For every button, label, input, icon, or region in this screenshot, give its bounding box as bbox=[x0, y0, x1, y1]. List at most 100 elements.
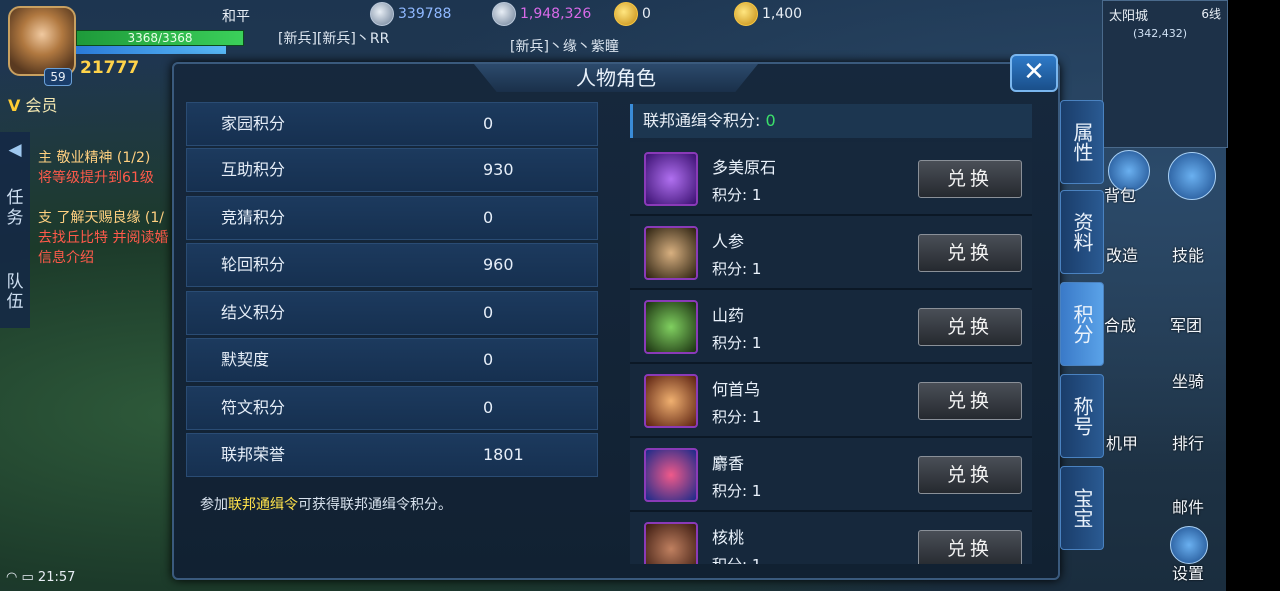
character-dialog: 人物角色 ✕ 家园积分 0 互助积分 930 竞猜积分 0 轮回积分 960 结… bbox=[172, 54, 1060, 580]
menu-ranking[interactable]: 排行 bbox=[1172, 430, 1204, 454]
union-score-value: 0 bbox=[765, 111, 776, 130]
tab-pets[interactable]: 宝宝 bbox=[1060, 466, 1104, 550]
menu-bag[interactable]: 背包 bbox=[1104, 182, 1136, 206]
currency-3: 0 bbox=[614, 2, 651, 26]
vip-button[interactable]: V 会员 bbox=[8, 92, 58, 116]
quest-desc: 将等级提升到61级 bbox=[38, 170, 154, 186]
score-value: 0 bbox=[483, 350, 494, 369]
menu-mail[interactable]: 邮件 bbox=[1172, 494, 1204, 518]
score-label: 结义积分 bbox=[221, 303, 286, 322]
menu-settings[interactable]: 设置 bbox=[1172, 560, 1204, 584]
score-value: 1801 bbox=[483, 445, 524, 464]
union-score-header: 联邦通缉令积分: 0 bbox=[630, 104, 1032, 138]
vip-label: 会员 bbox=[25, 96, 58, 115]
score-row: 符文积分 0 bbox=[186, 386, 598, 430]
hp-bar: 3368/3368 bbox=[76, 30, 244, 46]
note-highlight: 联邦通缉令 bbox=[228, 497, 298, 513]
compass-icon[interactable] bbox=[1168, 152, 1216, 200]
menu-skills[interactable]: 技能 bbox=[1172, 242, 1204, 266]
status-bar: ◠ ▭ 21:57 bbox=[6, 570, 75, 585]
exchange-item: 何首乌 积分: 1 兑换 bbox=[630, 364, 1032, 438]
score-label: 互助积分 bbox=[221, 160, 286, 179]
score-value: 960 bbox=[483, 255, 514, 274]
minimap[interactable]: 太阳城 6线 (342,432) bbox=[1102, 0, 1228, 148]
tab-task[interactable]: 任务 bbox=[4, 188, 26, 228]
quest-desc: 去找丘比特 并阅读婚信息介绍 bbox=[38, 230, 169, 266]
close-button[interactable]: ✕ bbox=[1010, 54, 1058, 92]
scene-player-tag: [新兵][新兵]丶RR bbox=[278, 31, 390, 47]
player-name-tag: 和平 bbox=[222, 9, 250, 25]
score-value: 0 bbox=[483, 303, 494, 322]
exchange-button[interactable]: 兑换 bbox=[918, 530, 1022, 564]
scene-player-tag: [新兵]丶缘丶紫瞳 bbox=[510, 39, 619, 55]
currency-2: 1,948,326 bbox=[492, 2, 591, 26]
vip-icon: V bbox=[8, 96, 21, 115]
musk-icon bbox=[644, 448, 698, 502]
quest-item[interactable]: 支 了解天赐良缘 (1/ 去找丘比特 并阅读婚信息介绍 bbox=[38, 208, 170, 268]
exchange-panel: 联邦通缉令积分: 0 多美原石 积分: 1 兑换 人参 积分: 1 兑换 山药 … bbox=[630, 104, 1032, 564]
tab-attributes[interactable]: 属性 bbox=[1060, 100, 1104, 184]
tab-profile[interactable]: 资料 bbox=[1060, 190, 1104, 274]
gem-icon bbox=[644, 152, 698, 206]
tab-team[interactable]: 队伍 bbox=[4, 272, 26, 312]
union-score-label: 联邦通缉令积分: bbox=[643, 111, 766, 130]
score-label: 联邦荣誉 bbox=[221, 445, 286, 464]
quest-item[interactable]: 主 敬业精神 (1/2) 将等级提升到61级 bbox=[38, 148, 170, 188]
battery-icon: ▭ bbox=[21, 570, 34, 585]
menu-craft[interactable]: 合成 bbox=[1104, 312, 1136, 336]
map-name: 太阳城 bbox=[1109, 9, 1149, 24]
exchange-item: 人参 积分: 1 兑换 bbox=[630, 216, 1032, 290]
currency-4: 1,400 bbox=[734, 2, 802, 26]
score-row: 竞猜积分 0 bbox=[186, 196, 598, 240]
silver-coin-icon bbox=[492, 2, 516, 26]
currency-value: 1,948,326 bbox=[520, 6, 592, 22]
score-row: 默契度 0 bbox=[186, 338, 598, 382]
score-value: 0 bbox=[483, 114, 494, 133]
score-row: 联邦荣誉 1801 bbox=[186, 433, 598, 477]
score-label: 家园积分 bbox=[221, 114, 286, 133]
item-name: 多美原石 bbox=[712, 158, 777, 177]
menu-upgrade[interactable]: 改造 bbox=[1106, 242, 1138, 266]
menu-mech[interactable]: 机甲 bbox=[1106, 430, 1138, 454]
ginseng-icon bbox=[644, 226, 698, 280]
exchange-button[interactable]: 兑换 bbox=[918, 160, 1022, 198]
item-points: 积分: 1 bbox=[712, 482, 762, 500]
item-name: 人参 bbox=[712, 232, 745, 251]
combat-power: 21777 bbox=[80, 58, 140, 78]
exchange-button[interactable]: 兑换 bbox=[918, 456, 1022, 494]
note-text: 可获得联邦通缉令积分。 bbox=[298, 497, 452, 513]
line-indicator[interactable]: 6线 bbox=[1201, 5, 1221, 22]
score-label: 轮回积分 bbox=[221, 255, 286, 274]
exchange-button[interactable]: 兑换 bbox=[918, 308, 1022, 346]
score-note: 参加联邦通缉令可获得联邦通缉令积分。 bbox=[200, 494, 452, 514]
tab-points[interactable]: 积分 bbox=[1060, 282, 1104, 366]
item-points: 积分: 1 bbox=[712, 554, 761, 564]
tab-titles[interactable]: 称号 bbox=[1060, 374, 1104, 458]
screen-edge bbox=[1226, 0, 1280, 591]
score-label: 竞猜积分 bbox=[221, 208, 286, 227]
quest-side-tabs: ◀ 任务 队伍 bbox=[0, 132, 30, 328]
silver-coin-icon bbox=[370, 2, 394, 26]
score-value: 930 bbox=[483, 160, 514, 179]
score-value: 0 bbox=[483, 398, 494, 417]
collapse-arrow-icon[interactable]: ◀ bbox=[4, 140, 26, 160]
exchange-item: 多美原石 积分: 1 兑换 bbox=[630, 142, 1032, 216]
menu-mount[interactable]: 坐骑 bbox=[1172, 368, 1204, 392]
score-row: 轮回积分 960 bbox=[186, 243, 598, 287]
item-name: 核桃 bbox=[712, 528, 745, 547]
score-row: 家园积分 0 bbox=[186, 102, 598, 146]
mp-bar bbox=[76, 46, 226, 54]
score-label: 符文积分 bbox=[221, 398, 286, 417]
dialog-title: 人物角色 bbox=[576, 66, 656, 90]
player-avatar[interactable] bbox=[8, 6, 76, 76]
exchange-button[interactable]: 兑换 bbox=[918, 234, 1022, 272]
fleeceflower-root-icon bbox=[644, 374, 698, 428]
gold-coin-icon bbox=[614, 2, 638, 26]
settings-gear-icon[interactable] bbox=[1170, 526, 1208, 564]
quest-title: 支 了解天赐良缘 (1/ bbox=[38, 210, 164, 226]
menu-legion[interactable]: 军团 bbox=[1170, 312, 1202, 336]
exchange-button[interactable]: 兑换 bbox=[918, 382, 1022, 420]
item-points: 积分: 1 bbox=[712, 334, 762, 352]
item-points: 积分: 1 bbox=[712, 260, 762, 278]
note-text: 参加 bbox=[200, 497, 228, 513]
